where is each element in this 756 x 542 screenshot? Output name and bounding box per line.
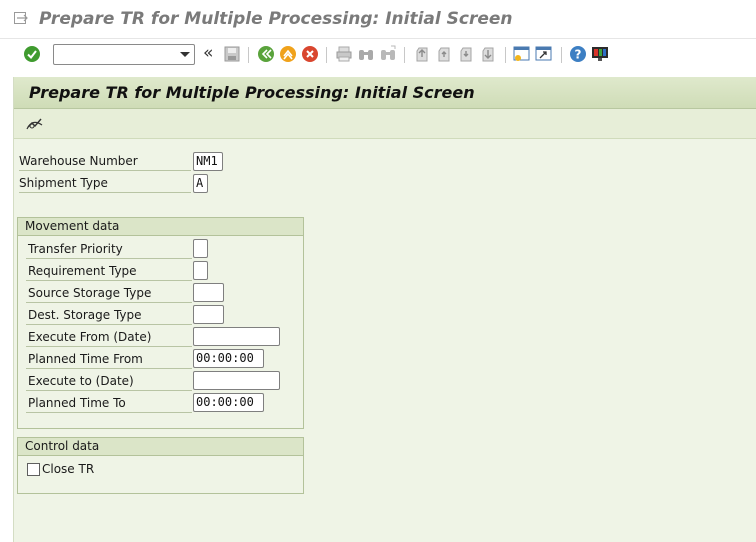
planned-time-from-label: Planned Time From bbox=[28, 352, 143, 366]
cancel-icon[interactable] bbox=[301, 45, 319, 63]
source-storage-type-label: Source Storage Type bbox=[28, 286, 152, 300]
execute-icon[interactable] bbox=[26, 117, 44, 131]
application-toolbar bbox=[14, 109, 756, 139]
find-icon[interactable] bbox=[357, 45, 375, 63]
movement-data-header: Movement data bbox=[18, 218, 303, 236]
planned-time-to-value: 00:00:00 bbox=[196, 395, 254, 409]
collapse-icon[interactable]: « bbox=[203, 43, 213, 63]
help-icon[interactable]: ? bbox=[569, 45, 587, 63]
close-tr-checkbox[interactable] bbox=[27, 463, 40, 476]
control-data-title: Control data bbox=[25, 439, 100, 453]
back-icon[interactable] bbox=[257, 45, 275, 63]
screen-title: Prepare TR for Multiple Processing: Init… bbox=[29, 83, 475, 102]
label-underline bbox=[26, 368, 192, 369]
label-underline bbox=[26, 280, 192, 281]
transfer-priority-label: Transfer Priority bbox=[28, 242, 123, 256]
transfer-priority-field[interactable] bbox=[193, 239, 208, 258]
print-icon[interactable] bbox=[335, 45, 353, 63]
label-underline bbox=[19, 170, 191, 171]
source-storage-type-field[interactable] bbox=[193, 283, 224, 302]
screen-title-bar: Prepare TR for Multiple Processing: Init… bbox=[14, 77, 756, 109]
customize-layout-icon[interactable] bbox=[591, 45, 609, 63]
window-menu-icon[interactable] bbox=[14, 12, 28, 24]
movement-data-group: Movement data Transfer Priority Requirem… bbox=[17, 217, 304, 429]
planned-time-from-value: 00:00:00 bbox=[196, 351, 254, 365]
control-data-header: Control data bbox=[18, 438, 303, 456]
enter-icon[interactable] bbox=[23, 45, 41, 63]
warehouse-number-field[interactable]: NM1 bbox=[193, 152, 223, 171]
warehouse-number-label: Warehouse Number bbox=[19, 154, 138, 168]
create-session-icon[interactable] bbox=[513, 45, 531, 63]
execute-from-date-field[interactable] bbox=[193, 327, 280, 346]
toolbar-separator bbox=[561, 47, 562, 63]
shipment-type-field[interactable]: A bbox=[193, 174, 208, 193]
exit-icon[interactable] bbox=[279, 45, 297, 63]
execute-to-date-field[interactable] bbox=[193, 371, 280, 390]
save-icon[interactable] bbox=[223, 45, 241, 63]
window-title: Prepare TR for Multiple Processing: Init… bbox=[39, 9, 513, 29]
movement-data-title: Movement data bbox=[25, 219, 120, 233]
find-next-icon[interactable] bbox=[379, 45, 397, 63]
label-underline bbox=[19, 192, 191, 193]
planned-time-to-field[interactable]: 00:00:00 bbox=[193, 393, 264, 412]
dest-storage-type-field[interactable] bbox=[193, 305, 224, 324]
next-page-icon[interactable] bbox=[457, 45, 475, 63]
planned-time-to-label: Planned Time To bbox=[28, 396, 126, 410]
requirement-type-field[interactable] bbox=[193, 261, 208, 280]
previous-page-icon[interactable] bbox=[435, 45, 453, 63]
shipment-type-value: A bbox=[196, 176, 204, 190]
shortcut-icon[interactable] bbox=[535, 45, 553, 63]
window-title-bar: Prepare TR for Multiple Processing: Init… bbox=[0, 0, 756, 38]
last-page-icon[interactable] bbox=[479, 45, 497, 63]
shipment-type-label: Shipment Type bbox=[19, 176, 108, 190]
execute-from-date-label: Execute From (Date) bbox=[28, 330, 152, 344]
toolbar-separator bbox=[404, 47, 405, 63]
label-underline bbox=[26, 324, 192, 325]
toolbar-separator bbox=[248, 47, 249, 63]
label-underline bbox=[26, 258, 192, 259]
svg-text:?: ? bbox=[575, 48, 582, 62]
toolbar-separator bbox=[326, 47, 327, 63]
command-input[interactable] bbox=[56, 46, 174, 63]
label-underline bbox=[26, 302, 192, 303]
control-data-group: Control data Close TR bbox=[17, 437, 304, 494]
execute-to-date-label: Execute to (Date) bbox=[28, 374, 134, 388]
close-tr-label: Close TR bbox=[42, 462, 95, 476]
main-content: Prepare TR for Multiple Processing: Init… bbox=[13, 77, 756, 542]
warehouse-number-value: NM1 bbox=[196, 154, 218, 168]
toolbar-separator bbox=[505, 47, 506, 63]
chevron-down-icon[interactable] bbox=[180, 52, 190, 57]
first-page-icon[interactable] bbox=[413, 45, 431, 63]
dest-storage-type-label: Dest. Storage Type bbox=[28, 308, 142, 322]
requirement-type-label: Requirement Type bbox=[28, 264, 137, 278]
label-underline bbox=[26, 390, 192, 391]
command-field[interactable] bbox=[53, 44, 195, 65]
planned-time-from-field[interactable]: 00:00:00 bbox=[193, 349, 264, 368]
label-underline bbox=[26, 412, 192, 413]
label-underline bbox=[26, 346, 192, 347]
standard-toolbar: « ? bbox=[0, 38, 756, 70]
